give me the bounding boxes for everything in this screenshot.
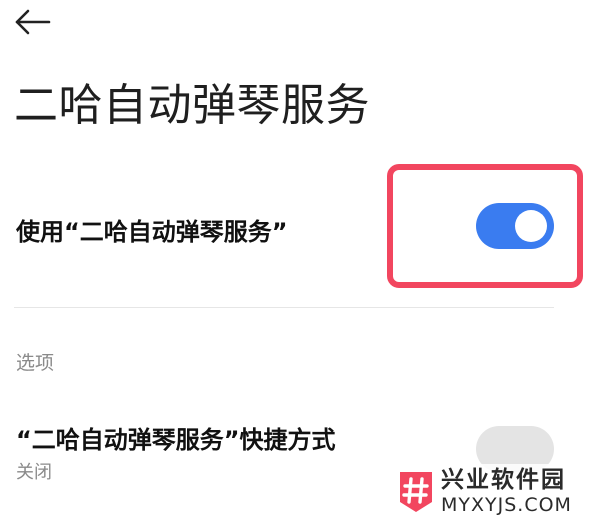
back-button[interactable] [10, 2, 54, 42]
use-service-label: 使用“二哈自动弹琴服务” [16, 218, 288, 246]
hash-logo [400, 472, 432, 512]
shortcut-label: “二哈自动弹琴服务”快捷方式 [16, 426, 336, 454]
highlight-annotation [387, 164, 583, 288]
options-section-header: 选项 [16, 352, 55, 374]
divider [14, 307, 554, 308]
watermark-name: 兴业软件园 [441, 467, 566, 493]
shortcut-status: 关闭 [16, 462, 52, 483]
watermark-domain: MYXYJS.COM [441, 494, 572, 516]
watermark: 兴业软件园 MYXYJS.COM [397, 464, 593, 520]
page-title: 二哈自动弹琴服务 [14, 80, 370, 131]
arrow-left-icon [15, 9, 51, 35]
